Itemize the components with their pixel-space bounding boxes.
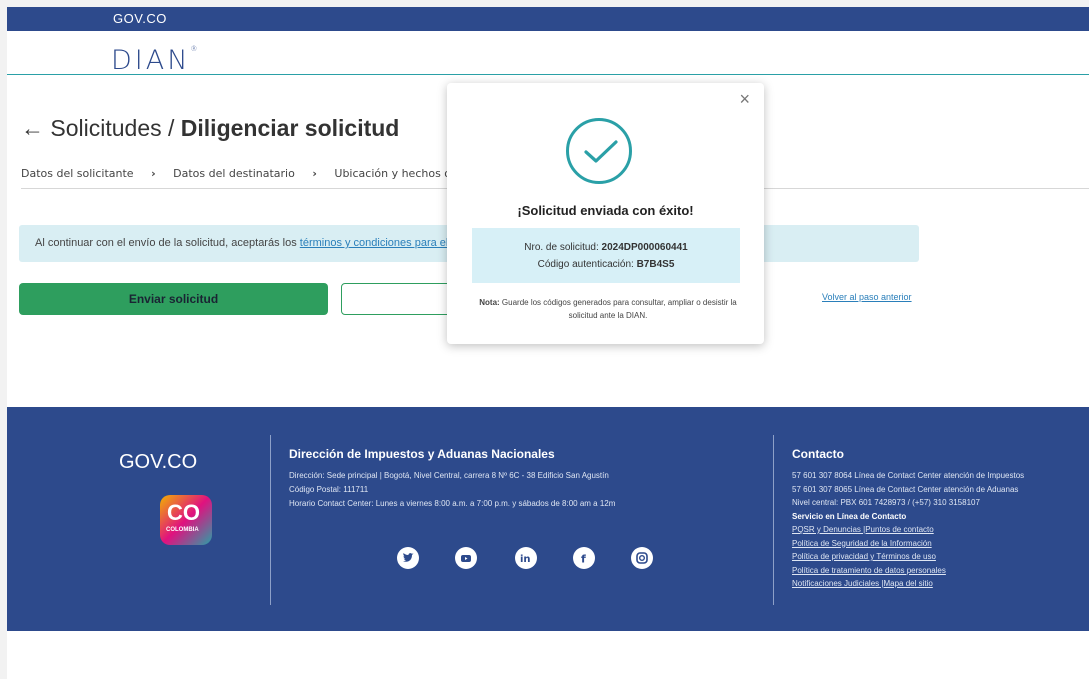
page: GOV.CO DIAN® ← Solicitudes / Diligenciar…: [7, 7, 1089, 679]
title-prefix: Solicitudes /: [50, 115, 181, 141]
footer-divider: [773, 435, 774, 605]
co-badge-text: CO: [167, 500, 200, 525]
contact-link[interactable]: Notificaciones Judiciales |Mapa del siti…: [792, 577, 1082, 591]
previous-step-link[interactable]: Volver al paso anterior: [822, 292, 912, 302]
contact-line: Nivel central: PBX 601 7428973 / (+57) 3…: [792, 498, 980, 507]
step-item[interactable]: Datos del solicitante: [21, 167, 134, 180]
request-number-value: 2024DP000060441: [601, 242, 688, 253]
title-bold: Diligenciar solicitud: [180, 115, 400, 141]
page-title: ← Solicitudes / Diligenciar solicitud: [21, 115, 399, 142]
gov-co-logo[interactable]: GOV.CO: [113, 11, 167, 26]
footer-hours: Horario Contact Center: Lunes a viernes …: [289, 499, 616, 508]
facebook-icon[interactable]: f: [573, 547, 595, 569]
contact-service-title: Servicio en Línea de Contacto: [792, 511, 907, 521]
svg-text:f: f: [581, 553, 586, 566]
request-number-label: Nro. de solicitud:: [524, 242, 602, 253]
terms-link[interactable]: términos y condiciones para el t: [300, 237, 455, 249]
footer-contact: Contacto 57 601 307 8064 Línea de Contac…: [792, 447, 1082, 591]
back-arrow-icon[interactable]: ←: [21, 115, 44, 141]
co-badge-sub: COLOMBIA: [166, 527, 199, 533]
success-check-icon: [566, 118, 632, 184]
dian-logo[interactable]: DIAN®: [111, 45, 200, 76]
modal-note: Nota: Guarde los códigos generados para …: [473, 296, 743, 322]
note-text: Guarde los códigos generados para consul…: [499, 298, 737, 320]
header: DIAN®: [7, 31, 1089, 76]
modal-title: ¡Solicitud enviada con éxito!: [517, 203, 694, 218]
contact-line: 57 601 307 8065 Línea de Contact Center …: [792, 484, 1019, 494]
gov-bar: GOV.CO: [7, 7, 1089, 31]
footer-dian-title: Dirección de Impuestos y Aduanas Naciona…: [289, 447, 555, 461]
close-icon[interactable]: ×: [739, 89, 750, 110]
note-label: Nota:: [479, 298, 500, 307]
auth-code-label: Código autenticación:: [537, 259, 637, 270]
contact-line: 57 601 307 8064 Línea de Contact Center …: [792, 471, 1025, 480]
dian-logo-text: DIAN: [111, 45, 191, 76]
youtube-icon[interactable]: [455, 547, 477, 569]
chevron-right-icon: ›: [312, 167, 317, 180]
instagram-icon[interactable]: [631, 547, 653, 569]
social-links: in f: [393, 547, 653, 571]
success-modal: × ¡Solicitud enviada con éxito! Nro. de …: [447, 83, 764, 344]
notice-text: Al continuar con el envío de la solicitu…: [35, 237, 300, 249]
contact-title: Contacto: [792, 447, 844, 461]
svg-text:in: in: [520, 554, 531, 565]
request-info-box: Nro. de solicitud: 2024DP000060441 Códig…: [472, 228, 740, 283]
contact-link[interactable]: Política de tratamiento de datos persona…: [792, 564, 1082, 578]
linkedin-icon[interactable]: in: [515, 547, 537, 569]
send-request-button[interactable]: Enviar solicitud: [19, 283, 328, 315]
footer-postal: Código Postal: 111711: [289, 485, 369, 494]
step-item[interactable]: Datos del destinatario: [173, 167, 295, 180]
chevron-right-icon: ›: [151, 167, 156, 180]
steps-breadcrumb: Datos del solicitante › Datos del destin…: [21, 167, 495, 180]
contact-link[interactable]: Política de privacidad y Términos de uso: [792, 550, 1082, 564]
auth-code-value: B7B4S5: [636, 259, 675, 270]
footer-address: Dirección: Sede principal | Bogotá, Nive…: [289, 471, 609, 480]
twitter-icon[interactable]: [397, 547, 419, 569]
contact-link[interactable]: PQSR y Denuncias |Puntos de contacto: [792, 523, 1082, 537]
footer-gov-logo[interactable]: GOV.CO: [119, 451, 197, 474]
colombia-logo: CO COLOMBIA: [160, 495, 212, 545]
footer-divider: [270, 435, 271, 605]
footer: GOV.CO CO COLOMBIA Dirección de Impuesto…: [7, 407, 1089, 631]
contact-link[interactable]: Política de Seguridad de la Información: [792, 537, 1082, 551]
footer-dian-info: Dirección de Impuestos y Aduanas Naciona…: [289, 447, 759, 511]
